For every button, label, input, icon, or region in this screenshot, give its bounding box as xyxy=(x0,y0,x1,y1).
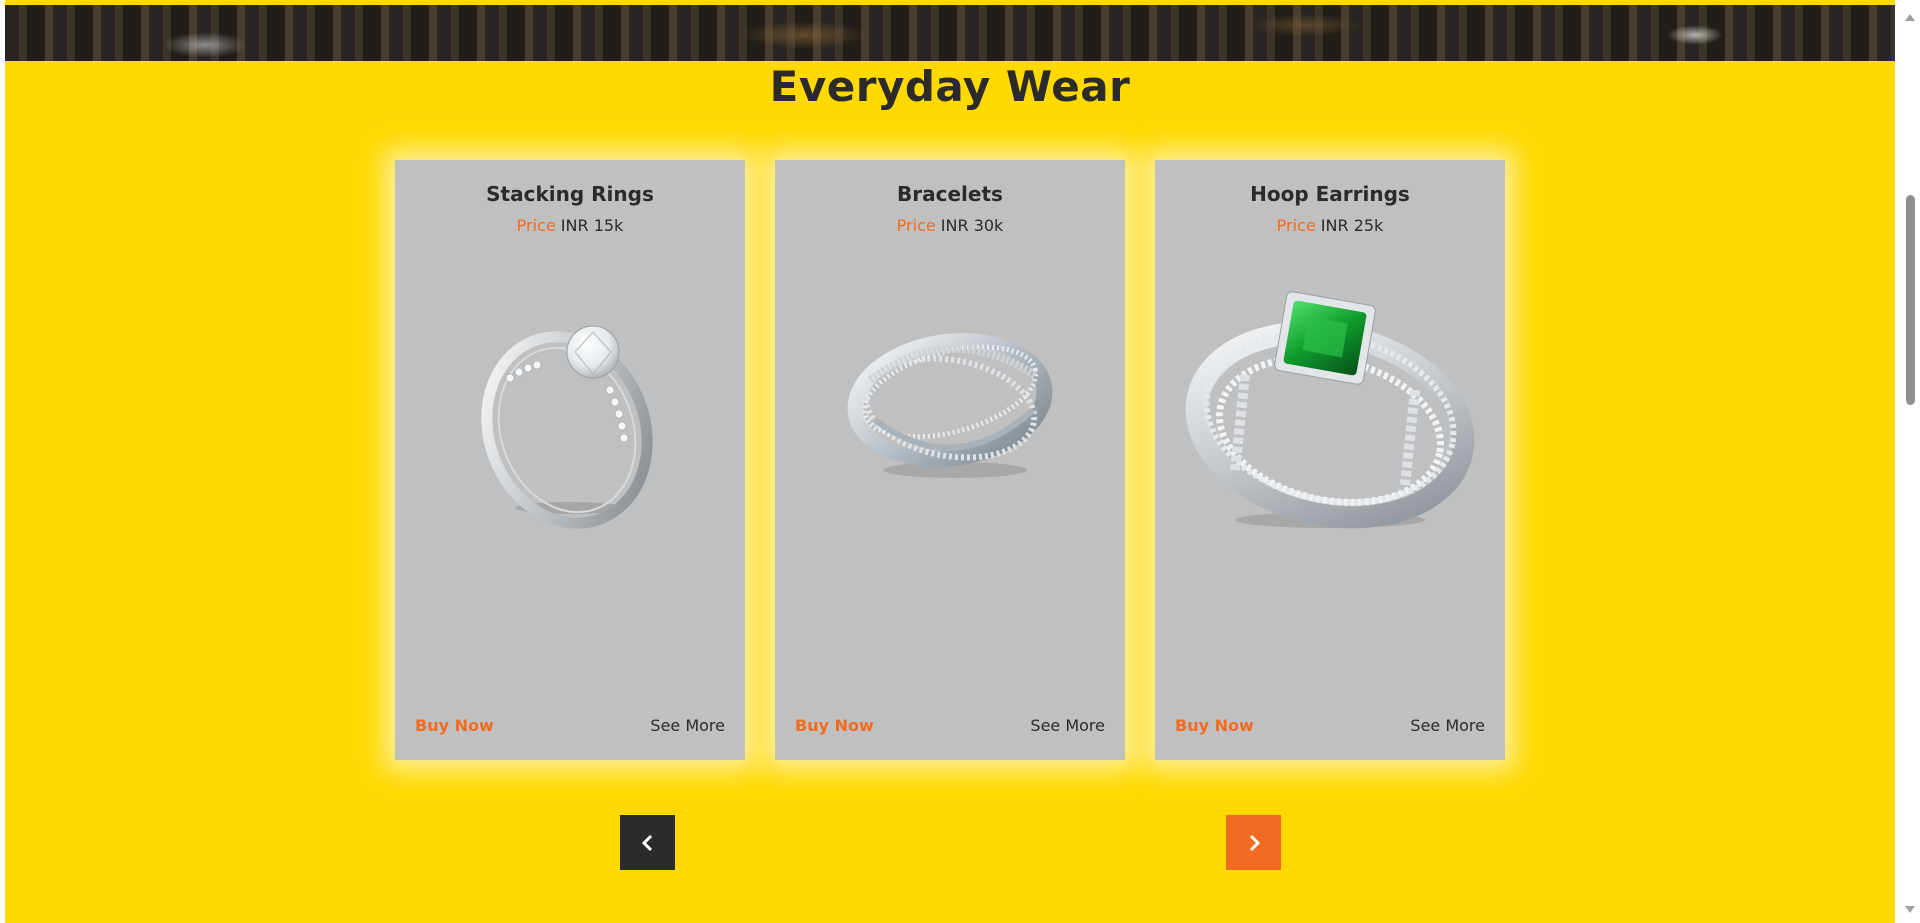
product-card: Bracelets Price INR 30k Buy Now See More xyxy=(775,160,1125,760)
product-price: Price INR 25k xyxy=(1155,216,1505,235)
price-value: INR 30k xyxy=(940,216,1004,235)
carousel-prev-button[interactable] xyxy=(620,815,675,870)
price-value: INR 15k xyxy=(560,216,624,235)
scroll-down-arrow-icon[interactable] xyxy=(1905,906,1915,913)
price-label: Price xyxy=(1276,216,1316,235)
chevron-left-icon xyxy=(641,834,652,851)
product-image xyxy=(1185,291,1475,529)
section-title: Everyday Wear xyxy=(769,62,1131,111)
carousel-next-button[interactable] xyxy=(1226,815,1281,870)
scroll-thumb[interactable] xyxy=(1906,195,1915,405)
price-value: INR 25k xyxy=(1320,216,1384,235)
product-title: Bracelets xyxy=(897,182,1003,206)
product-title: Hoop Earrings xyxy=(1250,182,1410,206)
product-card: Hoop Earrings Price INR 25k Buy Now See … xyxy=(1155,160,1505,760)
hero-image-strip xyxy=(5,5,1895,61)
product-price: Price INR 15k xyxy=(395,216,745,235)
buy-now-button[interactable]: Buy Now xyxy=(1175,716,1254,735)
see-more-link[interactable]: See More xyxy=(1030,716,1105,735)
buy-now-button[interactable]: Buy Now xyxy=(795,716,874,735)
vertical-scrollbar[interactable] xyxy=(1900,0,1920,923)
scroll-up-arrow-icon[interactable] xyxy=(1905,14,1915,21)
product-price: Price INR 30k xyxy=(775,216,1125,235)
see-more-link[interactable]: See More xyxy=(1410,716,1485,735)
product-image xyxy=(847,333,1053,478)
buy-now-button[interactable]: Buy Now xyxy=(415,716,494,735)
price-label: Price xyxy=(896,216,936,235)
price-label: Price xyxy=(516,216,556,235)
product-card: Stacking Rings Price INR 15k Buy Now See… xyxy=(395,160,745,760)
product-title: Stacking Rings xyxy=(486,182,654,206)
product-carousel: Stacking Rings Price INR 15k Buy Now See… xyxy=(395,160,1515,760)
page: Everyday Wear Stacking Rings Price INR 1… xyxy=(5,0,1895,923)
see-more-link[interactable]: See More xyxy=(650,716,725,735)
product-image xyxy=(481,325,653,529)
chevron-right-icon xyxy=(1249,834,1260,851)
